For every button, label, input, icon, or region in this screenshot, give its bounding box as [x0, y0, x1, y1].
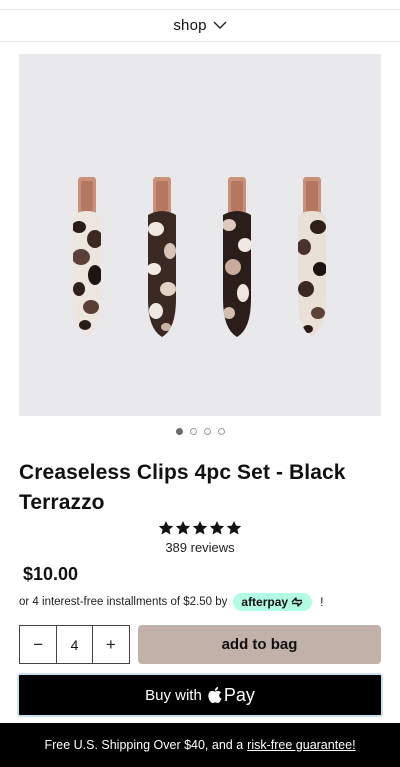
increase-quantity-button[interactable]: + [92, 626, 130, 663]
gallery-pagination [0, 425, 400, 437]
star-rating [158, 520, 242, 538]
quantity-input[interactable]: 4 [56, 626, 93, 663]
reviews-count[interactable]: 389 reviews [165, 540, 234, 555]
hair-clip-image [148, 177, 176, 337]
star-icon [175, 521, 191, 535]
product-price: $10.00 [23, 564, 79, 584]
shop-menu-toggle[interactable]: shop [0, 10, 400, 42]
pagination-dot-1[interactable] [175, 427, 183, 435]
hair-clip-image [73, 177, 101, 337]
star-icon [209, 521, 225, 535]
star-icon [226, 521, 242, 535]
info-icon[interactable]: ! [320, 595, 323, 609]
star-icon [158, 521, 174, 535]
installments-info: or 4 interest-free installments of $2.50… [19, 592, 389, 612]
shipping-banner: Free U.S. Shipping Over $40, and a risk-… [0, 723, 400, 767]
afterpay-label: afterpay [241, 595, 289, 609]
product-image-gallery[interactable] [19, 54, 381, 416]
hair-clip-image [298, 177, 326, 337]
apple-pay-word: Pay [223, 684, 255, 705]
product-rating[interactable]: 389 reviews [0, 520, 400, 555]
quantity-stepper: − 4 + [19, 625, 130, 664]
add-to-bag-button[interactable]: add to bag [138, 625, 381, 664]
afterpay-badge[interactable]: afterpay [233, 593, 313, 611]
pagination-dot-4[interactable] [217, 427, 225, 435]
apple-pay-prefix: Buy with [145, 686, 202, 704]
product-title: Creaseless Clips 4pc Set - Black Terrazz… [19, 461, 346, 514]
pagination-dot-3[interactable] [203, 427, 211, 435]
hair-clip-image [223, 177, 251, 337]
shop-label: shop [173, 17, 207, 34]
apple-icon [208, 687, 222, 704]
star-icon [192, 521, 208, 535]
guarantee-link[interactable]: risk-free guarantee! [247, 738, 355, 752]
afterpay-arrows-icon [291, 597, 303, 607]
decrease-quantity-button[interactable]: − [20, 626, 57, 663]
apple-pay-logo: Pay [207, 685, 255, 706]
pagination-dot-2[interactable] [189, 427, 197, 435]
shipping-text: Free U.S. Shipping Over $40, and a [44, 738, 244, 752]
apple-pay-button[interactable]: Buy with Pay [17, 673, 383, 717]
installments-text: or 4 interest-free installments of $2.50… [19, 596, 228, 608]
chevron-down-icon [213, 19, 227, 33]
